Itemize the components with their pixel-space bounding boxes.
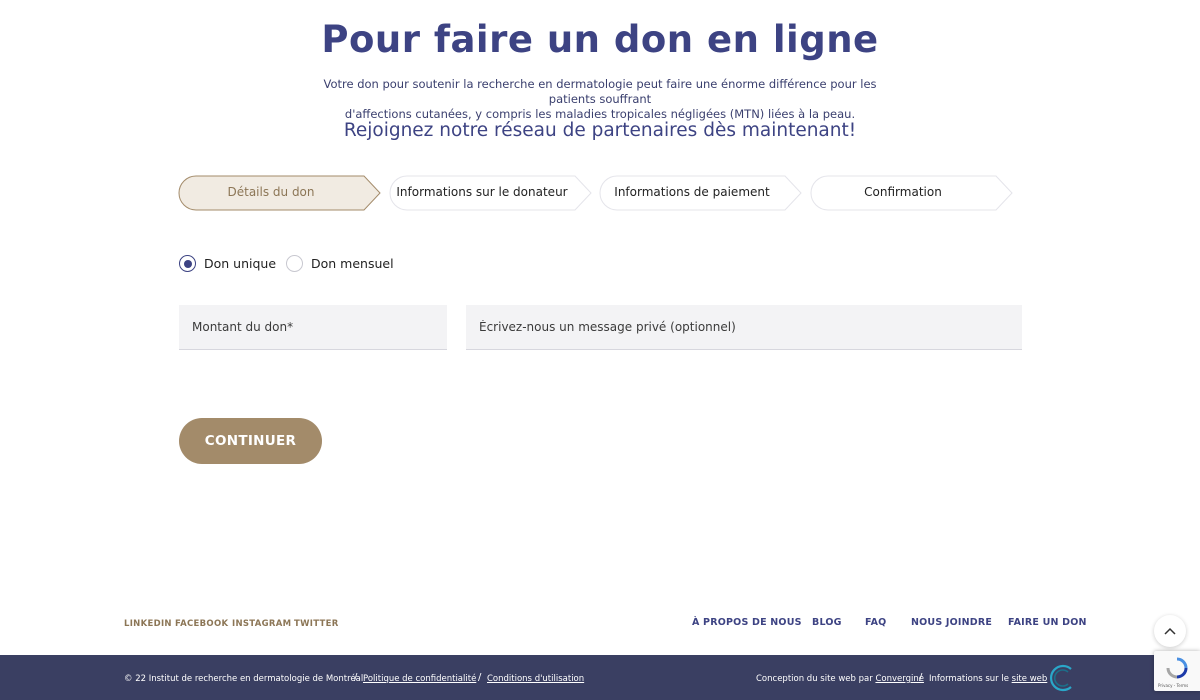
credit-prefix: Conception du site web par: [756, 674, 873, 684]
footer-nav-about[interactable]: À PROPOS DE NOUS: [692, 617, 802, 628]
footer-nav-blog[interactable]: BLOG: [812, 617, 842, 628]
intro-line-1: Votre don pour soutenir la recherche en …: [323, 77, 877, 106]
step-label: Informations de paiement: [614, 185, 770, 199]
recaptcha-icon: [1166, 657, 1188, 679]
page-subtitle: Rejoignez notre réseau de partenaires dè…: [343, 120, 857, 141]
radio-button-checked[interactable]: [179, 255, 196, 272]
footer-nav-donate[interactable]: FAIRE UN DON: [1008, 617, 1087, 628]
recaptcha-badge[interactable]: Privacy - Terms: [1154, 651, 1200, 691]
donation-amount-input[interactable]: [179, 305, 447, 350]
step-label: Informations sur le donateur: [396, 185, 568, 199]
copyright-text: © 22 Institut de recherche en dermatolog…: [124, 674, 364, 684]
terms-of-use-link[interactable]: Conditions d'utilisation: [487, 674, 584, 684]
social-link-instagram[interactable]: INSTAGRAM: [232, 619, 291, 629]
privacy-policy-link[interactable]: Politique de confidentialité: [363, 674, 476, 684]
continue-button[interactable]: CONTINUER: [179, 418, 322, 464]
radio-single-donation[interactable]: Don unique: [179, 253, 276, 274]
social-link-twitter[interactable]: TWITTER: [294, 619, 339, 629]
step-confirmation[interactable]: Confirmation: [810, 175, 1013, 211]
step-payment-info[interactable]: Informations de paiement: [599, 175, 802, 211]
site-info: Informations sur le site web: [929, 674, 1047, 684]
convergine-logo-icon[interactable]: [1047, 663, 1077, 693]
step-label: Détails du don: [227, 185, 315, 199]
step-donor-info[interactable]: Informations sur le donateur: [389, 175, 592, 211]
step-donation-details[interactable]: Détails du don: [178, 175, 381, 211]
social-link-linkedin[interactable]: LINKEDIN: [124, 619, 172, 629]
footer-nav-faq[interactable]: FAQ: [865, 617, 886, 628]
chevron-up-icon: [1164, 627, 1176, 635]
radio-button[interactable]: [286, 255, 303, 272]
social-link-facebook[interactable]: FACEBOOK: [175, 619, 228, 629]
site-credit: Conception du site web par Convergine: [756, 674, 924, 684]
scroll-to-top-button[interactable]: [1154, 615, 1186, 647]
recaptcha-links: Privacy - Terms: [1158, 683, 1189, 688]
separator: /: [919, 672, 923, 683]
radio-monthly-donation[interactable]: Don mensuel: [286, 253, 394, 274]
separator: /: [354, 672, 358, 683]
separator: /: [478, 672, 482, 683]
page-title: Pour faire un don en ligne: [321, 18, 879, 61]
intro-text: Votre don pour soutenir la recherche en …: [300, 77, 900, 122]
convergine-link[interactable]: Convergine: [875, 674, 924, 684]
radio-label: Don unique: [204, 256, 277, 271]
private-message-input[interactable]: [466, 305, 1022, 350]
radio-label: Don mensuel: [311, 256, 394, 271]
info-prefix: Informations sur le: [929, 674, 1009, 684]
site-info-link[interactable]: site web: [1012, 674, 1048, 684]
footer-nav-contact[interactable]: NOUS JOINDRE: [911, 617, 992, 628]
step-label: Confirmation: [864, 185, 942, 199]
